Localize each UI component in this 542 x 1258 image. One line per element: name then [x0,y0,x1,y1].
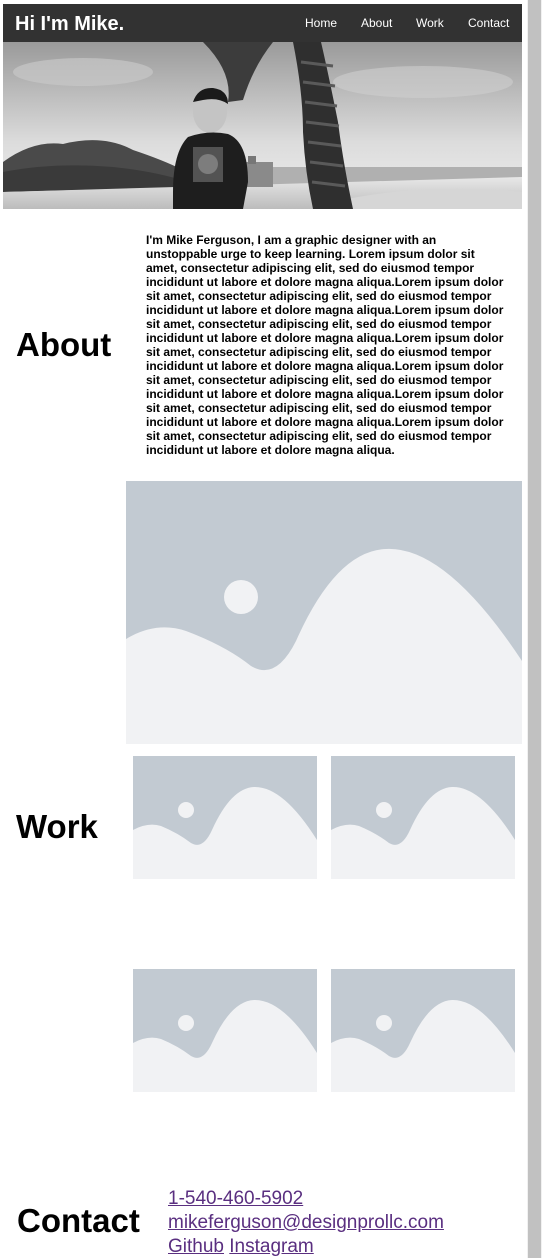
nav-contact[interactable]: Contact [468,16,509,30]
contact-heading: Contact [17,1202,140,1239]
contact-links: 1-540-460-5902 mikeferguson@designprollc… [168,1187,444,1258]
image-placeholder-icon [133,969,317,1092]
image-placeholder-icon [133,756,317,879]
about-image-placeholder [126,481,522,744]
about-text: I'm Mike Ferguson, I am a graphic design… [146,233,504,457]
image-placeholder-icon [331,756,515,879]
work-heading: Work [16,808,98,845]
work-item[interactable] [331,969,515,1092]
page: Hi I'm Mike. Home About Work Contact Abo… [0,0,542,1258]
site-title: Hi I'm Mike. [15,13,125,35]
image-placeholder-icon [331,969,515,1092]
github-link[interactable]: Github [168,1236,224,1257]
work-item[interactable] [331,756,515,879]
hero-photo [3,42,522,209]
about-heading: About [16,326,112,363]
hero-photo-image [3,42,522,209]
work-item[interactable] [133,756,317,879]
nav-home[interactable]: Home [305,16,337,30]
work-item[interactable] [133,969,317,1092]
scrollbar-thumb[interactable] [528,0,541,1258]
nav-about[interactable]: About [361,16,392,30]
phone-link[interactable]: 1-540-460-5902 [168,1188,303,1209]
instagram-link[interactable]: Instagram [229,1236,313,1257]
site-header: Hi I'm Mike. Home About Work Contact [3,4,522,42]
image-placeholder-icon [126,481,522,744]
email-link[interactable]: mikeferguson@designprollc.com [168,1212,444,1233]
nav-work[interactable]: Work [416,16,444,30]
